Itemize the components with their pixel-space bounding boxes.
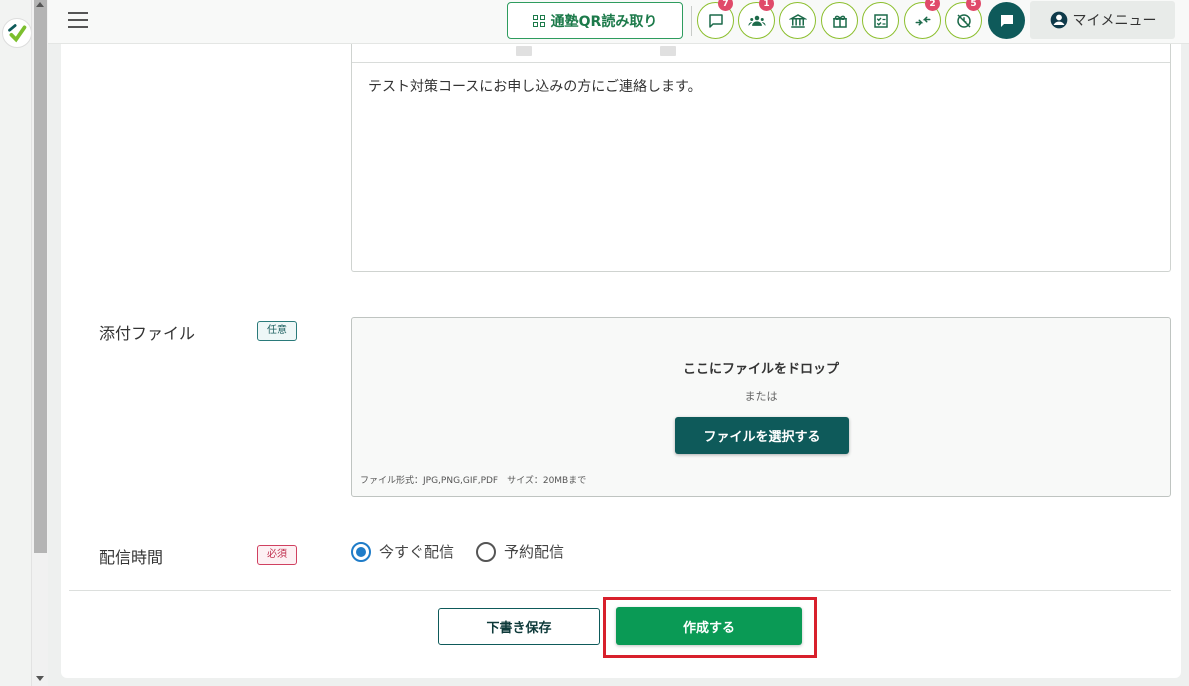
attachment-label: 添付ファイル [99,324,196,343]
toolbar-button[interactable] [516,46,532,56]
form-card: テスト対策コースにお申し込みの方にご連絡します。 添付ファイル 任意 ここにファ… [61,44,1181,678]
dropzone-title: ここにファイルをドロップ [682,362,839,377]
file-dropzone[interactable]: ここにファイルをドロップ または ファイルを選択する ファイル形式：JPG,PN… [351,317,1171,497]
qr-scan-button-label: 通塾QR読み取り [550,13,658,30]
clock-off-icon[interactable]: 5 [945,0,982,39]
file-format-note: ファイル形式：JPG,PNG,GIF,PDF サイズ：20MBまで [360,476,587,486]
checklist-icon[interactable] [862,2,899,39]
app-logo-icon[interactable] [2,18,32,48]
merge-badge: 2 [925,0,940,11]
group-badge: 1 [759,0,774,11]
scroll-up-arrow-icon[interactable] [36,2,44,7]
my-menu-label: マイメニュー [1072,13,1157,29]
my-menu-button[interactable]: マイメニュー [1030,1,1175,39]
deliver-now-radio[interactable] [351,541,371,562]
group-icon[interactable]: 1 [738,0,775,39]
message-icon[interactable] [988,2,1025,39]
clock-off-badge: 5 [966,0,981,11]
scroll-down-arrow-icon[interactable] [36,676,44,681]
message-editor[interactable]: テスト対策コースにお申し込みの方にご連絡します。 [351,44,1171,272]
header-divider [691,6,692,36]
toolbar-button[interactable] [660,46,676,56]
optional-tag: 任意 [257,321,297,341]
gift-icon[interactable] [821,2,858,39]
merge-arrows-icon[interactable]: 2 [904,0,941,39]
scrollbar-thumb[interactable] [34,0,47,553]
top-header: 通塾QR読み取り 7 1 2 5 マイメニュー [48,0,1189,44]
actions-divider [69,590,1171,591]
required-tag: 必須 [257,545,297,565]
deliver-now-label[interactable]: 今すぐ配信 [379,541,454,562]
editor-toolbar [352,44,1170,63]
scheduled-delivery-label[interactable]: 予約配信 [504,541,564,562]
hamburger-icon[interactable] [68,12,88,28]
message-text[interactable]: テスト対策コースにお申し込みの方にご連絡します。 [368,76,702,96]
chat-icon[interactable]: 7 [697,0,734,39]
left-rail [0,0,48,686]
delivery-radio-group: 今すぐ配信 予約配信 [351,541,578,562]
chat-badge: 7 [718,0,733,11]
qr-code-icon [532,14,545,27]
qr-scan-button[interactable]: 通塾QR読み取り [507,2,683,39]
save-draft-button[interactable]: 下書き保存 [438,608,600,645]
account-circle-icon [1050,11,1067,29]
delivery-time-label: 配信時間 [99,548,164,567]
vertical-scrollbar[interactable] [31,0,48,686]
school-icon[interactable] [779,2,816,39]
choose-file-button[interactable]: ファイルを選択する [675,417,849,454]
dropzone-or: または [744,390,778,403]
create-button[interactable]: 作成する [616,607,802,645]
scheduled-delivery-radio[interactable] [476,541,497,562]
